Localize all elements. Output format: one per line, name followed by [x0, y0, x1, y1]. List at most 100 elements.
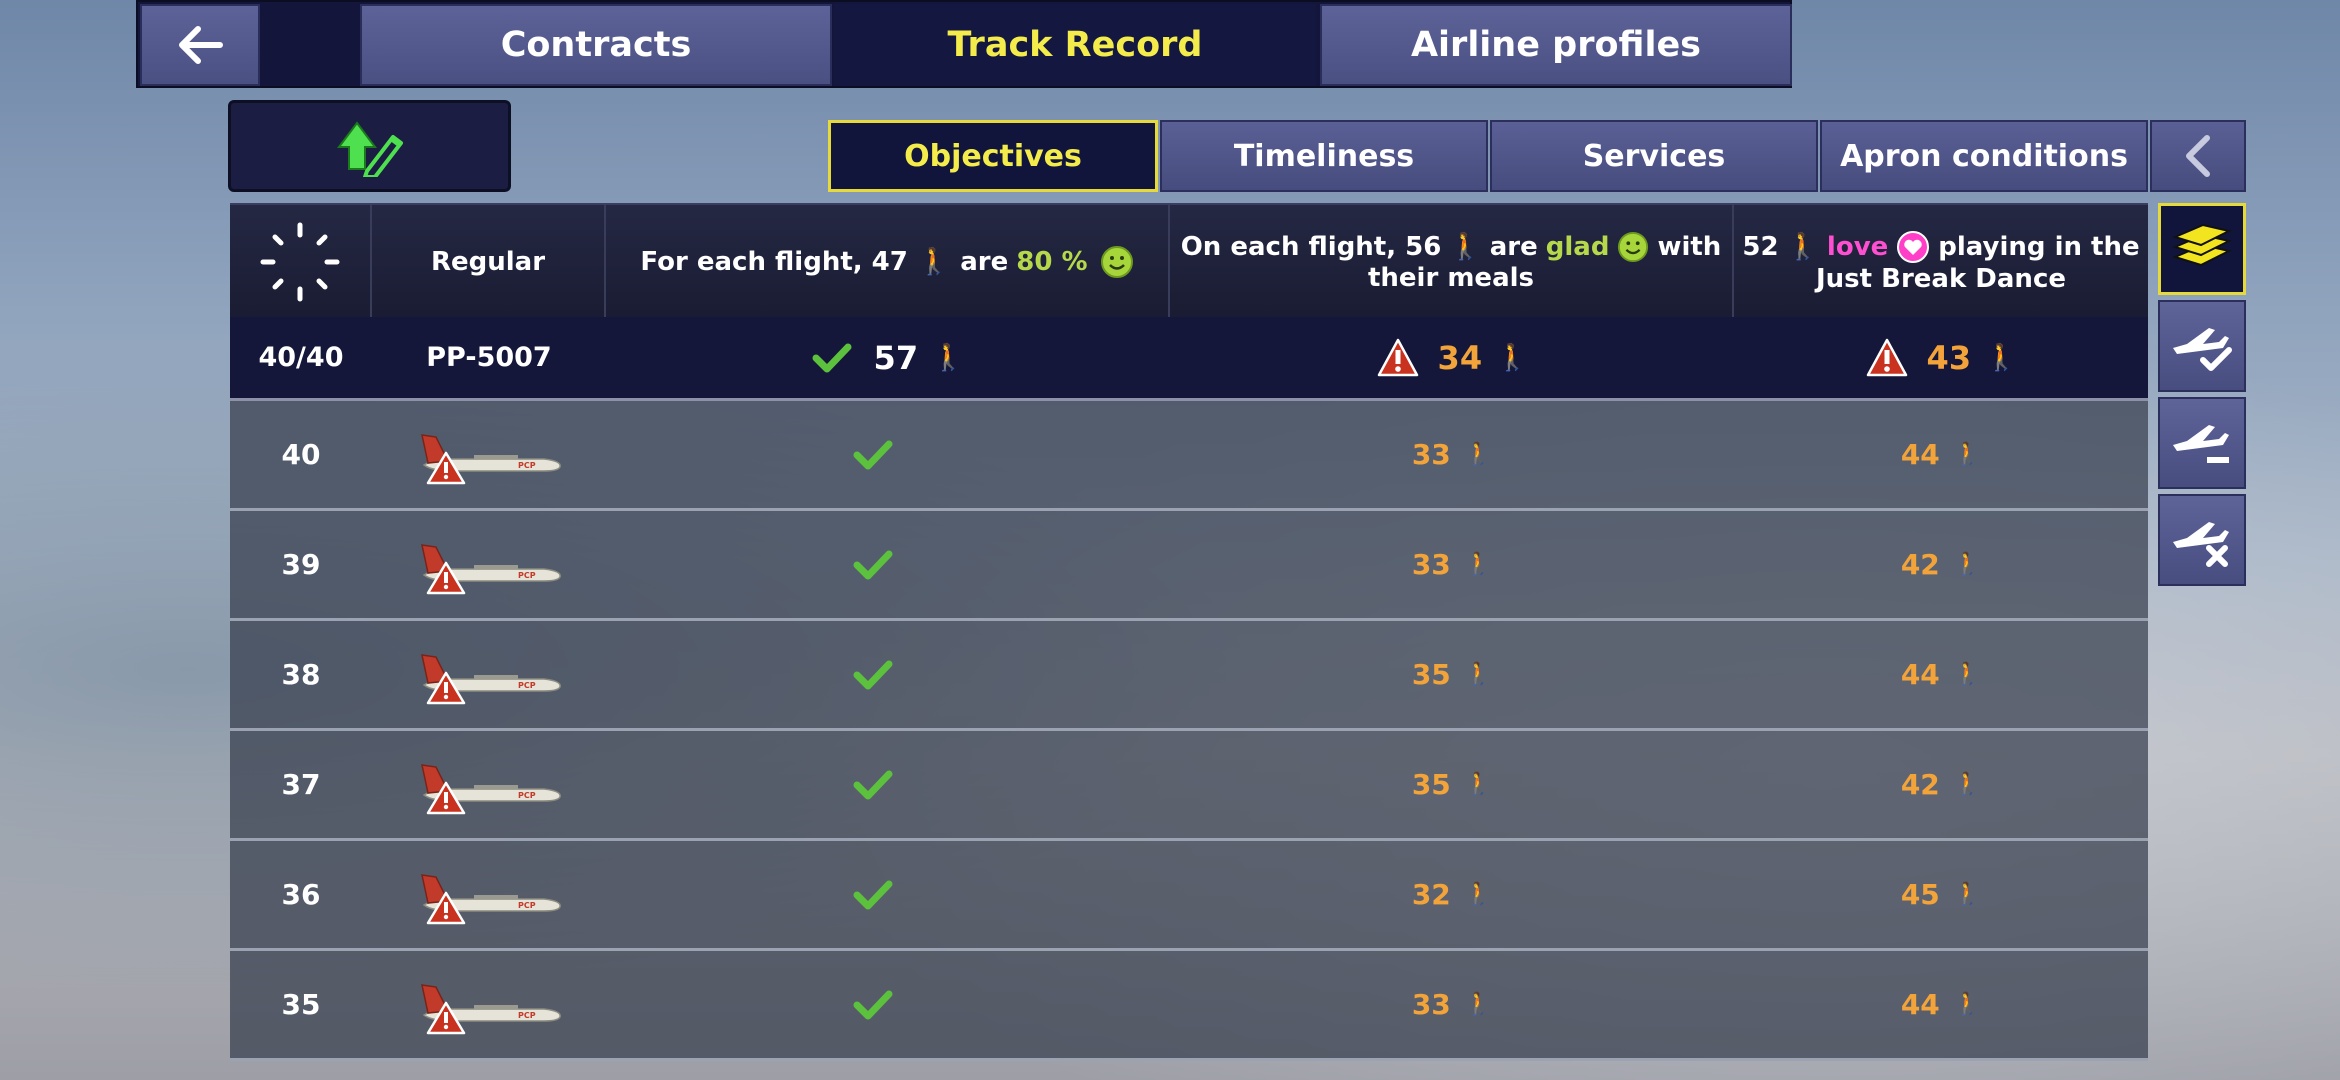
row-obj2-value: 32: [1411, 878, 1451, 911]
obj3-rest: playing in the: [1938, 232, 2140, 262]
passenger-icon: 🚶: [1464, 662, 1493, 687]
row-number: 38: [281, 658, 321, 691]
summary-flight-code: PP-5007: [426, 342, 552, 373]
row-obj3-value: 42: [1900, 548, 1940, 581]
airplane-icon: PCP: [421, 653, 561, 704]
header-objective-1: For each flight, 47 🚶 are 80 %: [606, 205, 1170, 319]
row-objective-2: 32 🚶: [1170, 841, 1734, 948]
filter-failed-button[interactable]: [2158, 494, 2246, 586]
svg-text:PCP: PCP: [518, 571, 536, 580]
row-obj2-value: 33: [1411, 548, 1451, 581]
smiley-icon: [1618, 231, 1649, 263]
tab-track-record[interactable]: Track Record: [834, 4, 1316, 86]
tab-apron-conditions[interactable]: Apron conditions: [1820, 120, 2148, 192]
loading-spinner-icon: [230, 205, 372, 319]
warning-icon: [1866, 338, 1907, 376]
summary-obj3-value: 43: [1926, 338, 1972, 377]
table-row[interactable]: 35 PCP 33 🚶 44 🚶: [230, 951, 2148, 1061]
table-row[interactable]: 39 PCP 33 🚶 42 🚶: [230, 511, 2148, 621]
row-objective-1: [606, 731, 1170, 838]
airplane-thumbnail: PCP: [372, 731, 606, 838]
top-tab-bar: Contracts Track Record Airline profiles: [136, 0, 1792, 88]
table-row[interactable]: 38 PCP 35 🚶 44 🚶: [230, 621, 2148, 731]
summary-objective-2: 34 🚶: [1170, 317, 1734, 398]
obj3-count: 52: [1742, 232, 1779, 262]
row-obj3-value: 44: [1900, 438, 1940, 471]
checkmark-icon: [853, 660, 893, 689]
chevron-left-icon: [2186, 135, 2210, 177]
checkmark-icon: [853, 440, 893, 469]
row-objective-2: 35 🚶: [1170, 621, 1734, 728]
passenger-icon: 🚶: [1985, 342, 2018, 373]
summary-obj2-value: 34: [1437, 338, 1483, 377]
obj2-with: with: [1657, 232, 1722, 262]
plane-cross-icon: [2173, 522, 2229, 567]
collapse-tabs-button[interactable]: [2150, 120, 2246, 192]
passenger-icon: 🚶: [1953, 662, 1982, 687]
tab-timeliness[interactable]: Timeliness: [1160, 120, 1488, 192]
row-objective-3: 42 🚶: [1734, 511, 2148, 618]
row-objective-1: [606, 511, 1170, 618]
svg-text:PCP: PCP: [518, 791, 536, 800]
plane-check-icon: [2173, 328, 2232, 371]
passenger-icon: 🚶: [1786, 232, 1819, 262]
airplane-icon: PCP: [421, 983, 561, 1034]
export-button[interactable]: [228, 100, 511, 192]
row-number: 39: [281, 548, 321, 581]
row-objective-2: 33 🚶: [1170, 511, 1734, 618]
airplane-thumbnail: PCP: [372, 841, 606, 948]
obj2-are: are: [1489, 232, 1538, 262]
stacked-planes-icon: [2172, 223, 2232, 267]
row-objective-2: 35 🚶: [1170, 731, 1734, 838]
filter-completed-button[interactable]: [2158, 300, 2246, 392]
back-button[interactable]: [140, 4, 260, 86]
row-objective-2: 33 🚶: [1170, 401, 1734, 508]
airplane-thumbnail: PCP: [372, 511, 606, 618]
row-objective-3: 44 🚶: [1734, 621, 2148, 728]
passenger-icon: 🚶: [1449, 232, 1482, 262]
tab-airline-profiles[interactable]: Airline profiles: [1320, 4, 1792, 86]
tab-services[interactable]: Services: [1490, 120, 1818, 192]
warning-icon: [1377, 338, 1418, 376]
row-number: 40: [281, 438, 321, 471]
row-objective-1: [606, 621, 1170, 728]
passenger-icon: 🚶: [1496, 342, 1529, 373]
svg-text:PCP: PCP: [518, 461, 536, 470]
header-objective-3: 52 🚶 love playing in the Just Break Danc…: [1734, 205, 2148, 319]
passenger-icon: 🚶: [1464, 992, 1493, 1017]
row-number: 36: [281, 878, 321, 911]
filter-partial-button[interactable]: [2158, 397, 2246, 489]
row-obj3-value: 44: [1900, 658, 1940, 691]
summary-objective-3: 43 🚶: [1734, 317, 2148, 398]
table-row[interactable]: 40 PCP 33 🚶 44 🚶: [230, 401, 2148, 511]
row-obj2-value: 33: [1411, 988, 1451, 1021]
passenger-icon: 🚶: [1464, 882, 1493, 907]
obj3-love: love: [1826, 232, 1889, 262]
summary-count: 40/40: [258, 342, 344, 373]
header-regular: Regular: [372, 205, 606, 319]
airplane-icon: PCP: [421, 433, 561, 484]
passenger-icon: 🚶: [1464, 772, 1493, 797]
passenger-icon: 🚶: [932, 342, 965, 373]
summary-objective-1: 57 🚶: [606, 317, 1170, 398]
row-objective-3: 42 🚶: [1734, 731, 2148, 838]
table-row[interactable]: 36 PCP 32 🚶 45 🚶: [230, 841, 2148, 951]
obj1-text: For each flight, 47: [640, 247, 908, 277]
table-row[interactable]: 37 PCP 35 🚶 42 🚶: [230, 731, 2148, 841]
tab-objectives[interactable]: Objectives: [828, 120, 1158, 192]
obj2-line2: their meals: [1367, 263, 1535, 293]
passenger-icon: 🚶: [1953, 882, 1982, 907]
passenger-icon: 🚶: [1464, 552, 1493, 577]
row-number: 35: [281, 988, 321, 1021]
obj1-are: are: [960, 247, 1009, 277]
upload-edit-icon: [336, 121, 403, 177]
objectives-table: Regular For each flight, 47 🚶 are 80 % O…: [230, 203, 2148, 1061]
tab-contracts[interactable]: Contracts: [360, 4, 832, 86]
row-obj2-value: 35: [1411, 658, 1451, 691]
airplane-thumbnail: PCP: [372, 401, 606, 508]
summary-row[interactable]: 40/40 PP-5007 57 🚶 34 🚶 43 🚶: [230, 317, 2148, 401]
filter-all-button[interactable]: [2158, 203, 2246, 295]
summary-obj1-value: 57: [873, 338, 919, 377]
checkmark-icon: [853, 550, 893, 579]
row-objective-3: 44 🚶: [1734, 401, 2148, 508]
